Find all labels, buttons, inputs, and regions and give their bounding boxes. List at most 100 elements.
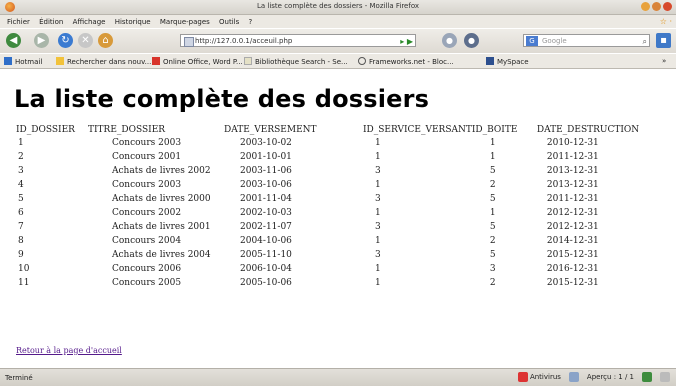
table-row: 11 Concours 2005 2005-10-06 1 2 2015-12-31 [16,276,639,290]
table-cell: 5 [489,194,496,204]
search-bar[interactable]: G Google ⌕ [523,34,650,47]
url-text: http://127.0.0.1/acceuil.php [195,37,293,45]
table-cell: 1 [375,208,381,218]
bookmarks-toolbar: Hotmail Rechercher dans nouv... Online O… [0,54,676,69]
menu-help[interactable]: ? [249,18,253,26]
bookmark-office[interactable]: Online Office, Word P... [152,57,243,66]
table-cell: 2001-10-01 [240,152,292,162]
table-cell: Concours 2006 [112,264,182,274]
window-titlebar: La liste complète des dossiers - Mozilla… [0,0,676,15]
menu-view[interactable]: Affichage [73,18,106,26]
maximize-icon[interactable] [652,2,661,11]
addon-icon[interactable]: ● [442,33,457,48]
dossiers-table: ID_DOSSIER TITRE_DOSSIER DATE_VERSEMENT … [16,123,639,290]
reload-icon[interactable]: ↻ [58,33,73,48]
table-cell: 4 [18,180,24,190]
menu-edit[interactable]: Édition [39,18,63,26]
addon-status-icon[interactable] [642,372,652,382]
forward-icon[interactable]: ▶ [34,33,49,48]
table-cell: 2 [489,278,496,288]
search-bookmark-icon [56,57,64,65]
status-bar: Terminé Antivirus Aperçu : 1 / 1 [0,368,676,386]
status-right: Antivirus Aperçu : 1 / 1 [517,372,670,382]
table-cell: Achats de livres 2004 [112,250,211,260]
office-icon [152,57,160,65]
back-icon[interactable]: ◀ [6,33,21,48]
table-row: 7 Achats de livres 2001 2002-11-07 3 5 2012-1… [16,220,639,234]
url-bar[interactable]: http://127.0.0.1/acceuil.php ▸ ▶ [180,34,416,47]
column-header: DATE_DESTRUCTION [536,124,640,135]
page-favicon [184,37,194,47]
minimize-icon[interactable] [641,2,650,11]
table-cell: 3 [375,166,381,176]
page-title: La liste complète des dossiers [14,85,430,113]
hotmail-icon [4,57,12,65]
frameworks-icon [358,57,366,65]
table-row: 8 Concours 2004 2004-10-06 1 2 2014-12-31 [16,234,639,248]
search-engine-icon[interactable]: G [526,36,538,46]
table-cell: 2013-12-31 [546,180,599,190]
close-icon[interactable] [663,2,672,11]
table-cell: 11 [18,278,30,288]
table-cell: 2 [18,152,24,162]
menu-bar: Fichier Édition Affichage Historique Mar… [0,15,676,28]
table-cell: 2006-10-04 [240,264,292,274]
menu-history[interactable]: Historique [115,18,151,26]
page-content: La liste complète des dossiers ID_DOSSIE… [0,69,676,368]
menu-file[interactable]: Fichier [7,18,30,26]
star-icon[interactable]: ☆ · [660,17,672,26]
table-cell: 3 [18,166,24,176]
table-cell: 3 [375,194,381,204]
resize-grip-icon[interactable] [660,372,670,382]
table-cell: Concours 2002 [112,208,182,218]
table-body: 1 Concours 2003 2003-10-02 1 1 2010-12-31 2 Con… [16,136,639,290]
bookmark-search[interactable]: Rechercher dans nouv... [56,57,151,66]
table-cell: Achats de livres 2002 [112,166,211,176]
status-text: Terminé [5,374,33,382]
bookmark-library[interactable]: Bibliothèque Search - Se... [244,57,348,66]
bookmark-hotmail[interactable]: Hotmail [4,57,42,66]
search-input[interactable]: Google [542,37,567,45]
back-to-home-link[interactable]: Retour à la page d'accueil [16,346,122,355]
stop-icon[interactable]: ✕ [78,33,93,48]
table-cell: 1 [375,278,381,288]
table-cell: 2013-12-31 [546,166,599,176]
sync-icon[interactable] [568,372,579,382]
ghost-icon[interactable]: ● [464,33,479,48]
bookmark-myspace[interactable]: MySpace [486,57,529,66]
table-cell: Achats de livres 2001 [112,222,211,232]
home-icon[interactable]: ⌂ [98,33,113,48]
table-cell: 10 [18,264,30,274]
table-cell: 2012-12-31 [546,208,599,218]
go-icon[interactable]: ▸ ▶ [400,35,413,48]
table-cell: 2014-12-31 [546,236,599,246]
table-cell: 1 [18,138,24,148]
table-cell: 2005-11-10 [240,250,292,260]
extension-icon[interactable]: ▪ [656,33,671,48]
table-row: 4 Concours 2003 2003-10-06 1 2 2013-12-31 [16,178,639,192]
table-cell: Concours 2004 [112,236,182,246]
table-cell: 2 [489,180,496,190]
table-cell: 3 [375,222,381,232]
search-icon[interactable]: ⌕ [643,35,647,48]
table-cell: 2001-11-04 [240,194,292,204]
menu-bookmarks[interactable]: Marque-pages [160,18,210,26]
table-cell: 2015-12-31 [546,250,599,260]
table-cell: 3 [375,250,381,260]
table-row: 5 Achats de livres 2000 2001-11-04 3 5 2011-1… [16,192,639,206]
table-cell: 1 [489,152,496,162]
table-cell: 2003-11-06 [240,166,292,176]
antivirus-icon [517,372,528,382]
table-row: 9 Achats de livres 2004 2005-11-10 3 5 2015-1… [16,248,639,262]
chevron-icon[interactable]: » [662,57,666,65]
table-cell: 2002-10-03 [240,208,292,218]
table-cell: 1 [489,208,496,218]
status-antivirus[interactable]: Antivirus [517,372,561,382]
menu-tools[interactable]: Outils [219,18,239,26]
bookmark-frameworks[interactable]: Frameworks.net - Bloc... [358,57,454,66]
table-cell: 2010-12-31 [546,138,599,148]
table-cell: 6 [18,208,24,218]
status-preview[interactable]: Aperçu : 1 / 1 [587,373,634,381]
column-header: ID_SERVICE_VERSANT [363,124,472,135]
table-row: 1 Concours 2003 2003-10-02 1 1 2010-12-31 [16,136,639,150]
